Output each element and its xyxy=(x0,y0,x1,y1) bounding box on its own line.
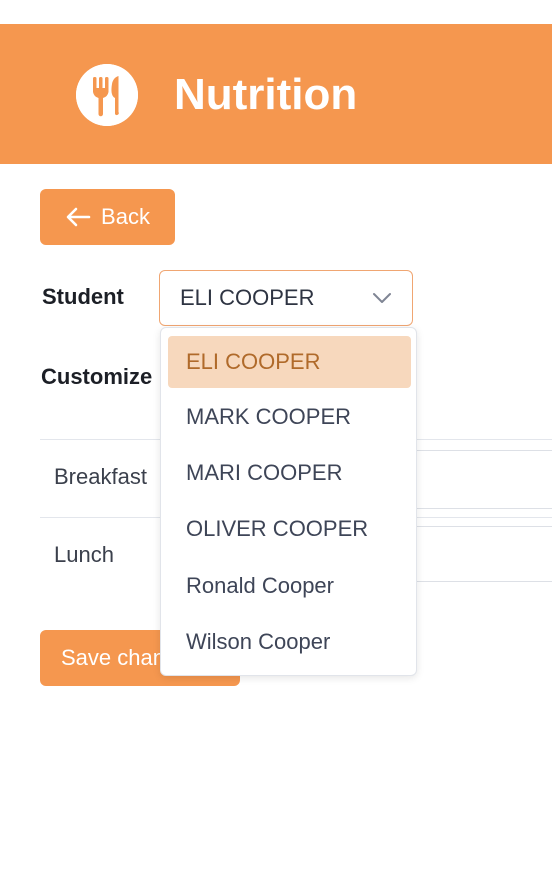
dropdown-option[interactable]: MARI COOPER xyxy=(168,447,411,499)
dropdown-option[interactable]: Ronald Cooper xyxy=(168,560,411,612)
student-dropdown-menu: ELI COOPER MARK COOPER MARI COOPER OLIVE… xyxy=(160,327,417,676)
dropdown-option[interactable]: ELI COOPER xyxy=(168,336,411,388)
dropdown-option[interactable]: Wilson Cooper xyxy=(168,616,411,668)
dropdown-option[interactable]: MARK COOPER xyxy=(168,391,411,443)
input-border xyxy=(416,508,552,509)
page-title: Nutrition xyxy=(174,70,358,119)
input-border xyxy=(416,450,552,451)
student-label: Student xyxy=(42,284,124,309)
meal-row-lunch: Lunch xyxy=(54,542,114,567)
meal-row-breakfast: Breakfast xyxy=(54,464,147,489)
student-select-value: ELI COOPER xyxy=(180,285,315,310)
student-select[interactable]: ELI COOPER xyxy=(159,270,413,326)
arrow-left-icon xyxy=(65,206,91,228)
back-button[interactable]: Back xyxy=(40,189,175,245)
customize-heading: Customize xyxy=(41,364,153,389)
app-header: Nutrition xyxy=(0,24,552,164)
input-border xyxy=(416,581,552,582)
dropdown-option[interactable]: OLIVER COOPER xyxy=(168,503,411,555)
fork-knife-icon xyxy=(76,64,138,126)
back-button-label: Back xyxy=(101,204,150,229)
input-border xyxy=(416,526,552,527)
chevron-down-icon xyxy=(370,289,394,307)
